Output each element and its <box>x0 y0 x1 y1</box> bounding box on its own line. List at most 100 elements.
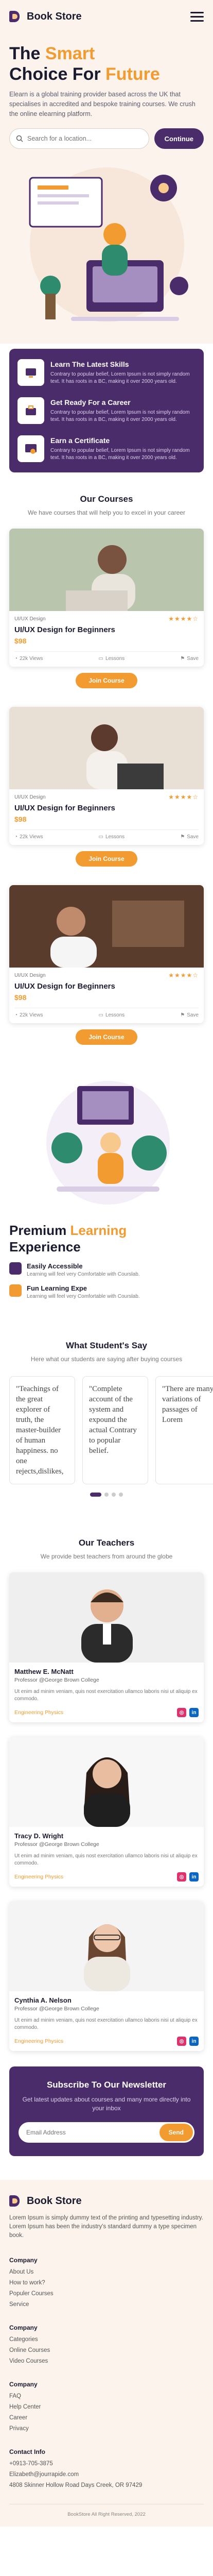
testimonial-carousel[interactable]: "Teachings of the great explorer of trut… <box>0 1376 213 1484</box>
carousel-dot[interactable] <box>119 1493 123 1497</box>
accessible-icon <box>9 1262 22 1275</box>
premium-title: Premium Learning Experience <box>9 1223 127 1255</box>
linkedin-icon[interactable]: in <box>189 2037 199 2046</box>
teacher-role: Professor @George Brown College <box>14 1841 99 1848</box>
teacher-card[interactable]: Matthew E. McNatt Professor @George Brow… <box>9 1572 204 1722</box>
hero-text: Elearn is a global training provider bas… <box>9 91 196 117</box>
join-course-button[interactable]: Join Course <box>76 673 137 688</box>
bookmark-icon: ⚑ <box>180 1012 185 1018</box>
students-count: ◔ 22k Views <box>14 1012 43 1018</box>
course-card[interactable]: UI/UX Design ★★★★☆ UI/UX Design for Begin… <box>9 707 204 845</box>
join-course-button[interactable]: Join Course <box>76 851 137 867</box>
testimonial-card: "Complete account of the system and expo… <box>82 1376 148 1484</box>
lessons-count: ▭ Lessons <box>98 834 125 840</box>
course-title: UI/UX Design for Beginners <box>14 804 115 812</box>
rating-stars-icon: ★★★★☆ <box>168 615 199 622</box>
instagram-icon[interactable]: ◎ <box>177 2037 186 2046</box>
search-icon <box>16 135 23 142</box>
location-search[interactable] <box>9 128 149 149</box>
save-course[interactable]: ⚑ Save <box>180 834 199 840</box>
user-icon: ◔ <box>14 1012 18 1018</box>
teacher-subject: Engineering Physics <box>14 2038 64 2044</box>
teacher-card[interactable]: Cynthia A. Nelson Professor @George Brow… <box>9 1901 204 2051</box>
teachers-subtitle: We provide best teachers from around the… <box>40 1553 173 1560</box>
footer-link[interactable]: Privacy <box>9 2426 204 2432</box>
testimonial-card: "Teachings of the great explorer of trut… <box>9 1376 75 1484</box>
testimonials-subtitle: Here what our students are saying after … <box>30 1355 183 1363</box>
course-image <box>9 885 204 968</box>
footer-link[interactable]: Video Courses <box>9 2358 204 2364</box>
hero-section: The Smart Choice For Future Elearn is a … <box>0 33 213 344</box>
footer-link[interactable]: Career <box>9 2415 204 2421</box>
course-title: UI/UX Design for Beginners <box>14 625 115 634</box>
join-course-button[interactable]: Join Course <box>76 1029 137 1045</box>
address-text: 4808 Skinner Hollow Road Days Creek, OR … <box>9 2482 143 2488</box>
footer-column: Contact Info +0913-705-3875 Elizabeth@jo… <box>9 2448 204 2488</box>
footer-link[interactable]: Help Center <box>9 2404 204 2410</box>
hero-illustration <box>9 157 204 332</box>
instagram-icon[interactable]: ◎ <box>177 1872 186 1882</box>
carousel-dot[interactable] <box>90 1493 101 1497</box>
career-icon <box>17 397 44 424</box>
teacher-name: Cynthia A. Nelson <box>14 1996 72 2004</box>
linkedin-icon[interactable]: in <box>189 1708 199 1717</box>
feature-item: Learn The Latest Skills Contrary to popul… <box>17 359 196 386</box>
course-card[interactable]: UI/UX Design ★★★★☆ UI/UX Design for Begin… <box>9 529 204 667</box>
book-icon: ▭ <box>98 834 103 840</box>
premium-item: Fun Learning Expe Learning will feel very… <box>9 1284 204 1299</box>
footer-link[interactable]: Online Courses <box>9 2347 204 2353</box>
bookmark-icon: ⚑ <box>180 834 185 840</box>
save-course[interactable]: ⚑ Save <box>180 656 199 662</box>
instagram-icon[interactable]: ◎ <box>177 1708 186 1717</box>
hamburger-menu-icon[interactable] <box>190 11 204 22</box>
copyright: BookStore All Right Reserved, 2022 <box>9 2504 204 2517</box>
fun-learning-icon <box>9 1284 22 1297</box>
premium-illustration <box>0 1065 213 1215</box>
user-icon: ◔ <box>14 834 18 840</box>
footer-column: Company FAQ Help Center Career Privacy <box>9 2381 204 2432</box>
send-button[interactable]: Send <box>159 2124 193 2141</box>
phone-link[interactable]: +0913-705-3875 <box>9 2461 204 2467</box>
newsletter-title: Subscribe To Our Newsletter <box>46 2080 167 2090</box>
course-card[interactable]: UI/UX Design ★★★★☆ UI/UX Design for Begin… <box>9 885 204 1023</box>
email-link[interactable]: Elizabeth@jourrapide.com <box>9 2471 204 2478</box>
email-field[interactable] <box>20 2129 159 2136</box>
teachers-section: Our Teachers We provide best teachers fr… <box>0 1538 213 2051</box>
footer-link[interactable]: FAQ <box>9 2393 204 2399</box>
teacher-photo <box>9 1737 204 1827</box>
teacher-card[interactable]: Tracy D. Wright Professor @George Brown … <box>9 1737 204 1887</box>
teachers-title: Our Teachers <box>78 1538 135 1548</box>
footer: Book Store Lorem Ipsum is simply dummy t… <box>0 2180 213 2527</box>
teacher-desc: Ut enim ad minim veniam, quis nost exerc… <box>14 1689 198 1702</box>
teacher-photo <box>9 1572 204 1663</box>
feature-item: Get Ready For a Career Contrary to popula… <box>17 397 196 424</box>
testimonials-title: What Student's Say <box>65 1341 147 1350</box>
newsletter-box: Subscribe To Our Newsletter Get latest u… <box>9 2066 204 2156</box>
course-image <box>9 529 204 611</box>
features-box: Learn The Latest Skills Contrary to popul… <box>9 349 204 472</box>
teacher-desc: Ut enim ad minim veniam, quis nost exerc… <box>14 1853 198 1866</box>
search-input[interactable] <box>27 135 143 142</box>
feature-item: Earn a Certificate Contrary to popular be… <box>17 435 196 462</box>
footer-link[interactable]: Categories <box>9 2336 204 2343</box>
footer-link[interactable]: Service <box>9 2301 204 2308</box>
top-nav: Book Store <box>0 0 213 33</box>
footer-link[interactable]: Populer Courses <box>9 2291 204 2297</box>
linkedin-icon[interactable]: in <box>189 1872 199 1882</box>
testimonial-card: "There are many variations of passages o… <box>155 1376 213 1484</box>
carousel-dot[interactable] <box>104 1493 109 1497</box>
brand[interactable]: Book Store <box>9 10 82 23</box>
course-category: UI/UX Design <box>14 972 46 978</box>
footer-brand[interactable]: Book Store <box>9 2194 204 2208</box>
save-course[interactable]: ⚑ Save <box>180 1012 199 1018</box>
footer-link[interactable]: How to work? <box>9 2280 204 2286</box>
footer-column: Company About Us How to work? Populer Co… <box>9 2257 204 2308</box>
course-image <box>9 707 204 789</box>
courses-subtitle: We have courses that will help you to ex… <box>28 509 185 516</box>
teacher-name: Tracy D. Wright <box>14 1832 64 1840</box>
feature-title: Learn The Latest Skills <box>50 360 129 368</box>
continue-button[interactable]: Continue <box>154 128 204 149</box>
footer-link[interactable]: About Us <box>9 2269 204 2275</box>
carousel-dot[interactable] <box>112 1493 116 1497</box>
courses-section: Our Courses We have courses that will he… <box>0 494 213 1045</box>
